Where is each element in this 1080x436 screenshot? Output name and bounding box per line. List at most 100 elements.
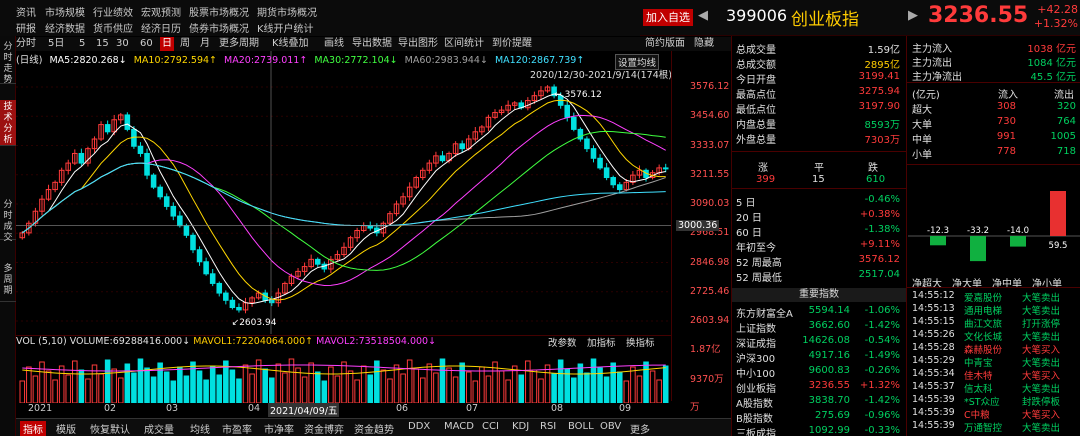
- toolbar-item[interactable]: 更多周期: [219, 37, 259, 51]
- menu-item[interactable]: 经济数据: [45, 20, 85, 35]
- trade-stock[interactable]: 中青宝: [964, 355, 993, 369]
- period-value: +0.38%: [859, 209, 900, 220]
- volume-bar: [78, 369, 85, 403]
- toolbar-item[interactable]: 30: [116, 37, 129, 51]
- compact-layout-button[interactable]: 简约版面: [645, 37, 685, 51]
- indicator-tab[interactable]: 均线: [190, 421, 210, 436]
- left-tab[interactable]: 分时成交: [0, 198, 16, 243]
- toolbar-item[interactable]: 日: [160, 37, 174, 51]
- trade-stock[interactable]: 通用电梯: [964, 303, 1002, 317]
- indicator-tab[interactable]: 成交量: [144, 421, 174, 436]
- indicator-tab[interactable]: 市盈率: [222, 421, 252, 436]
- menu-item[interactable]: 研报: [16, 20, 36, 35]
- volume-bar: [544, 364, 551, 403]
- toolbar-item[interactable]: 导出图形: [398, 37, 438, 51]
- candle-body: [584, 138, 590, 150]
- left-tab[interactable]: 多周期: [0, 262, 16, 302]
- toolbar-item[interactable]: 分时: [16, 37, 36, 51]
- add-indicator-button[interactable]: 加指标: [587, 335, 616, 349]
- menu-item[interactable]: 股票市场概况: [189, 4, 249, 19]
- index-percent: -0.33%: [864, 425, 900, 436]
- toolbar-item[interactable]: 月: [200, 37, 210, 51]
- trade-stock[interactable]: *ST众应: [964, 394, 1000, 408]
- toolbar-item[interactable]: 到价提醒: [492, 37, 532, 51]
- toolbar-item[interactable]: 5: [79, 37, 85, 51]
- indicator-tab[interactable]: BOLL: [568, 421, 594, 432]
- index-name[interactable]: 深证成指: [736, 335, 776, 350]
- index-price: 3236.55: [808, 380, 850, 391]
- toolbar-item[interactable]: 导出数据: [352, 37, 392, 51]
- volume-bar: [380, 369, 387, 403]
- indicator-tab[interactable]: CCI: [482, 421, 499, 432]
- hide-button[interactable]: 隐藏: [694, 37, 714, 51]
- menu-item[interactable]: 资讯: [16, 4, 36, 19]
- prev-arrow-icon[interactable]: ◀: [698, 8, 708, 23]
- change-param-button[interactable]: 改参数: [548, 335, 577, 349]
- indicator-tab[interactable]: 更多: [630, 421, 650, 436]
- indicator-tab[interactable]: 恢复默认: [90, 421, 130, 436]
- indicator-tab[interactable]: 模版: [56, 421, 76, 436]
- add-to-watchlist-button[interactable]: 加入自选: [643, 9, 693, 26]
- trade-stock[interactable]: 曲江文旅: [964, 316, 1002, 330]
- index-name[interactable]: A股指数: [736, 395, 773, 410]
- price-tick: 3576.12: [690, 81, 730, 92]
- candle-body: [137, 145, 144, 154]
- menu-item[interactable]: 市场规模: [45, 4, 85, 19]
- left-tab[interactable]: 技术分析: [0, 100, 16, 146]
- stat-value: 8593万: [864, 120, 900, 131]
- candle-body: [229, 299, 236, 309]
- toolbar-item[interactable]: 15: [96, 37, 109, 51]
- indicator-tab[interactable]: RSI: [540, 421, 556, 432]
- trade-stock[interactable]: 爱嘉股份: [964, 290, 1002, 304]
- toolbar-item[interactable]: K线叠加: [272, 37, 309, 51]
- volume-bar: [341, 361, 347, 403]
- next-arrow-icon[interactable]: ▶: [908, 8, 918, 23]
- toolbar-item[interactable]: 区间统计: [444, 37, 484, 51]
- index-name[interactable]: 上证指数: [736, 320, 776, 335]
- trade-stock[interactable]: 信太科: [964, 381, 993, 395]
- menu-item[interactable]: 宏观预测: [141, 4, 181, 19]
- index-percent: -1.49%: [864, 350, 900, 361]
- trade-stock[interactable]: 文化长城: [964, 329, 1002, 343]
- menu-item[interactable]: 经济日历: [141, 20, 181, 35]
- flow-row-label: 大单: [912, 120, 932, 131]
- toolbar-item[interactable]: 周: [180, 37, 190, 51]
- trade-stock[interactable]: 万通智控: [964, 420, 1002, 434]
- indicator-tab[interactable]: 资金博弈: [304, 421, 344, 436]
- menu-item[interactable]: 期货市场概况: [257, 4, 317, 19]
- index-name[interactable]: 创业板指: [736, 380, 776, 395]
- index-percent: -0.96%: [864, 410, 900, 421]
- indicator-tab[interactable]: DDX: [408, 421, 430, 432]
- trade-stock[interactable]: 森赫股份: [964, 342, 1002, 356]
- index-name[interactable]: 沪深300: [736, 350, 775, 365]
- volume-bar: [603, 376, 610, 403]
- index-name[interactable]: 三板成指: [736, 425, 776, 436]
- volume-chart[interactable]: [16, 348, 671, 403]
- indicator-tab[interactable]: OBV: [600, 421, 621, 432]
- left-tab[interactable]: 分时走势: [0, 40, 16, 85]
- toolbar-item[interactable]: 60: [140, 37, 153, 51]
- trade-stock[interactable]: C中粮: [964, 407, 990, 421]
- menu-item[interactable]: 行业绩效: [93, 4, 133, 19]
- trade-stock[interactable]: 佳木特: [964, 368, 993, 382]
- toolbar-item[interactable]: 5日: [48, 37, 64, 51]
- index-name[interactable]: B股指数: [736, 410, 773, 425]
- indicator-tab[interactable]: 资金趋势: [354, 421, 394, 436]
- trade-time: 14:55:39: [912, 407, 955, 418]
- menu-item[interactable]: K线开户统计: [257, 20, 314, 35]
- volume-bar: [360, 365, 367, 403]
- indicator-tab[interactable]: 指标: [20, 421, 46, 436]
- indicator-tab[interactable]: KDJ: [512, 421, 529, 432]
- indicator-tab[interactable]: 市净率: [264, 421, 294, 436]
- menu-item[interactable]: 货币供应: [93, 20, 133, 35]
- toolbar-item[interactable]: 画线: [324, 37, 344, 51]
- indicator-tab[interactable]: MACD: [444, 421, 474, 432]
- ma120-line: [21, 162, 666, 234]
- index-name[interactable]: 中小100: [736, 365, 775, 380]
- kline-chart[interactable]: ← 3576.12 ↙2603.94: [16, 51, 671, 334]
- switch-indicator-button[interactable]: 换指标: [626, 335, 655, 349]
- index-name[interactable]: 东方财富全A: [736, 305, 793, 320]
- flow-unit: (亿元): [912, 90, 940, 101]
- menu-item[interactable]: 债券市场概况: [189, 20, 249, 35]
- stat-label: 内盘总量: [736, 120, 776, 131]
